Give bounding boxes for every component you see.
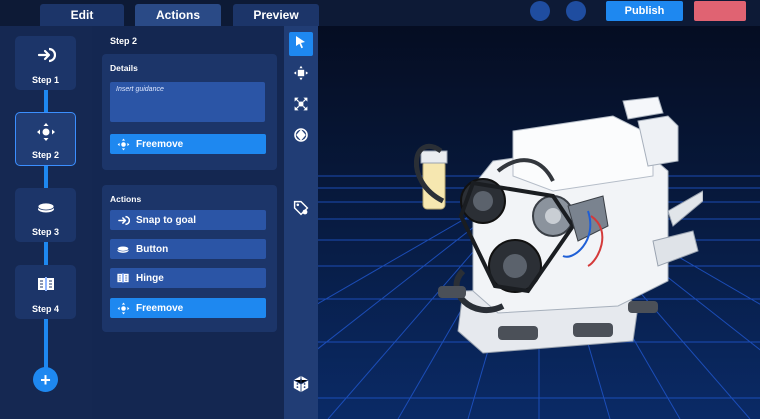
action-hinge[interactable]: Hinge <box>110 268 266 288</box>
tag-icon <box>293 200 309 221</box>
step-connector <box>44 316 48 368</box>
move-icon <box>293 65 309 86</box>
add-step-button[interactable]: + <box>33 367 58 392</box>
action-snap-to-goal[interactable]: Snap to goal <box>110 210 266 230</box>
tab-preview[interactable]: Preview <box>233 4 319 26</box>
action-label: Hinge <box>136 272 164 284</box>
step-connector <box>44 86 48 114</box>
hinge-book-icon <box>116 271 130 285</box>
move-arrows-icon <box>116 137 130 151</box>
step-label: Step 3 <box>31 227 59 237</box>
cursor-tool-button[interactable] <box>289 32 313 56</box>
cube-tool-button[interactable] <box>289 374 313 398</box>
hinge-book-icon <box>35 273 57 295</box>
action-button[interactable]: Button <box>110 239 266 259</box>
cursor-icon <box>295 35 307 54</box>
step-card-1[interactable]: Step 1 <box>15 36 76 90</box>
snap-arrow-icon <box>116 213 130 227</box>
move-arrows-icon <box>116 301 130 315</box>
action-label: Freemove <box>136 302 184 314</box>
cube-icon <box>292 375 310 398</box>
button-label: Freemove <box>136 138 184 150</box>
action-label: Button <box>136 243 169 255</box>
action-freemove[interactable]: Freemove <box>110 298 266 318</box>
scale-icon <box>293 96 309 117</box>
button-disc-icon <box>116 242 130 256</box>
button-disc-icon <box>35 196 57 218</box>
actions-panel: Actions Snap to goal Button Hinge Freemo… <box>102 185 277 332</box>
details-freemove-button[interactable]: Freemove <box>110 134 266 154</box>
settings-circle-button[interactable] <box>566 1 586 21</box>
tag-tool-button[interactable] <box>289 198 313 222</box>
actions-title: Actions <box>110 194 142 204</box>
snap-arrow-icon <box>35 44 57 66</box>
rotate-tool-button[interactable] <box>289 125 313 149</box>
step-label: Step 1 <box>31 75 59 85</box>
editor-title: Step 2 <box>110 36 138 46</box>
step-connector <box>44 238 48 266</box>
app-root: Edit Actions Preview Publish Step 1 Step… <box>0 0 760 419</box>
step-card-3[interactable]: Step 3 <box>15 188 76 242</box>
engine-model[interactable] <box>403 91 703 361</box>
user-avatar-button[interactable] <box>530 1 550 21</box>
publish-button[interactable]: Publish <box>606 1 683 21</box>
tab-actions[interactable]: Actions <box>135 4 221 26</box>
tab-edit[interactable]: Edit <box>40 4 124 26</box>
step-card-2[interactable]: Step 2 <box>15 112 76 166</box>
details-title: Details <box>110 63 138 73</box>
tool-strip <box>284 26 318 419</box>
steps-sidebar: Step 1 Step 2 Step 3 Step 4 + <box>0 26 92 419</box>
step-label: Step 4 <box>31 304 59 314</box>
move-tool-button[interactable] <box>289 63 313 87</box>
scale-tool-button[interactable] <box>289 94 313 118</box>
step-editor-panel: Step 2 Details Insert guidance Freemove … <box>92 26 284 419</box>
3d-viewport[interactable] <box>318 26 760 419</box>
rotate-icon <box>293 127 309 148</box>
step-connector <box>44 162 48 190</box>
guidance-input[interactable]: Insert guidance <box>110 82 265 122</box>
step-label: Step 2 <box>31 150 59 160</box>
action-label: Snap to goal <box>136 214 196 226</box>
top-bar: Edit Actions Preview Publish <box>0 0 760 26</box>
close-red-button[interactable] <box>694 1 746 21</box>
step-card-4[interactable]: Step 4 <box>15 265 76 319</box>
move-arrows-icon <box>35 121 57 143</box>
details-panel: Details Insert guidance Freemove <box>102 54 277 170</box>
